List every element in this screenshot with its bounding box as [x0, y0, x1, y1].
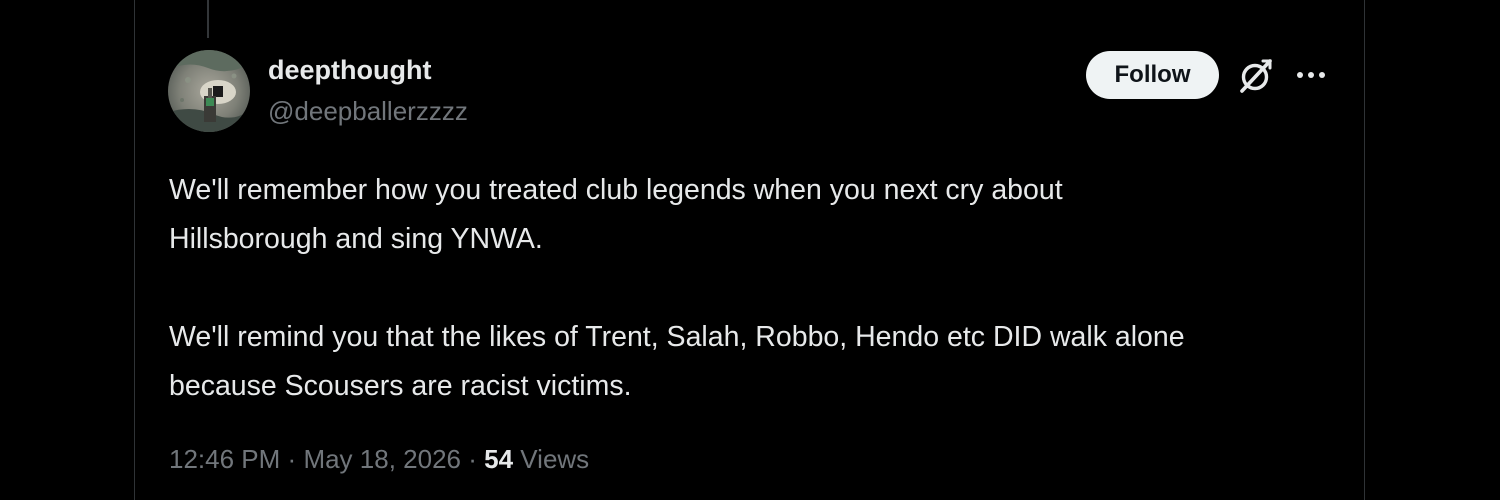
avatar[interactable] [168, 50, 250, 132]
author-display-name[interactable]: deepthought [268, 54, 431, 86]
tweet-date[interactable]: May 18, 2026 [303, 444, 461, 474]
tweet-text-line: We'll remind you that the likes of Trent… [169, 321, 1185, 353]
tweet-text-line: We'll remember how you treated club lege… [169, 174, 1063, 206]
tweet-metadata: 12:46 PM · May 18, 2026 · 54 Views [169, 442, 589, 476]
tweet-text-line: Hillsborough and sing YNWA. [169, 223, 543, 255]
follow-button[interactable]: Follow [1086, 51, 1219, 99]
tweet-page: deepthought @deepballerzzzz Follow We'll… [0, 0, 1500, 500]
author-handle[interactable]: @deepballerzzzz [268, 96, 468, 126]
tweet-text-blank-line [169, 264, 1349, 313]
views-label: Views [520, 444, 590, 474]
meta-separator: · [468, 444, 477, 474]
grok-icon[interactable] [1236, 56, 1276, 96]
tweet-time[interactable]: 12:46 PM [169, 444, 280, 474]
thread-connector-line [207, 0, 209, 38]
meta-separator: · [287, 444, 297, 474]
tweet-text: We'll remember how you treated club lege… [169, 166, 1349, 411]
tweet-text-line: because Scousers are racist victims. [169, 370, 632, 402]
column-border-right [1364, 0, 1365, 500]
column-border-left [134, 0, 135, 500]
more-icon[interactable] [1294, 62, 1328, 88]
views-count[interactable]: 54 [484, 444, 513, 474]
